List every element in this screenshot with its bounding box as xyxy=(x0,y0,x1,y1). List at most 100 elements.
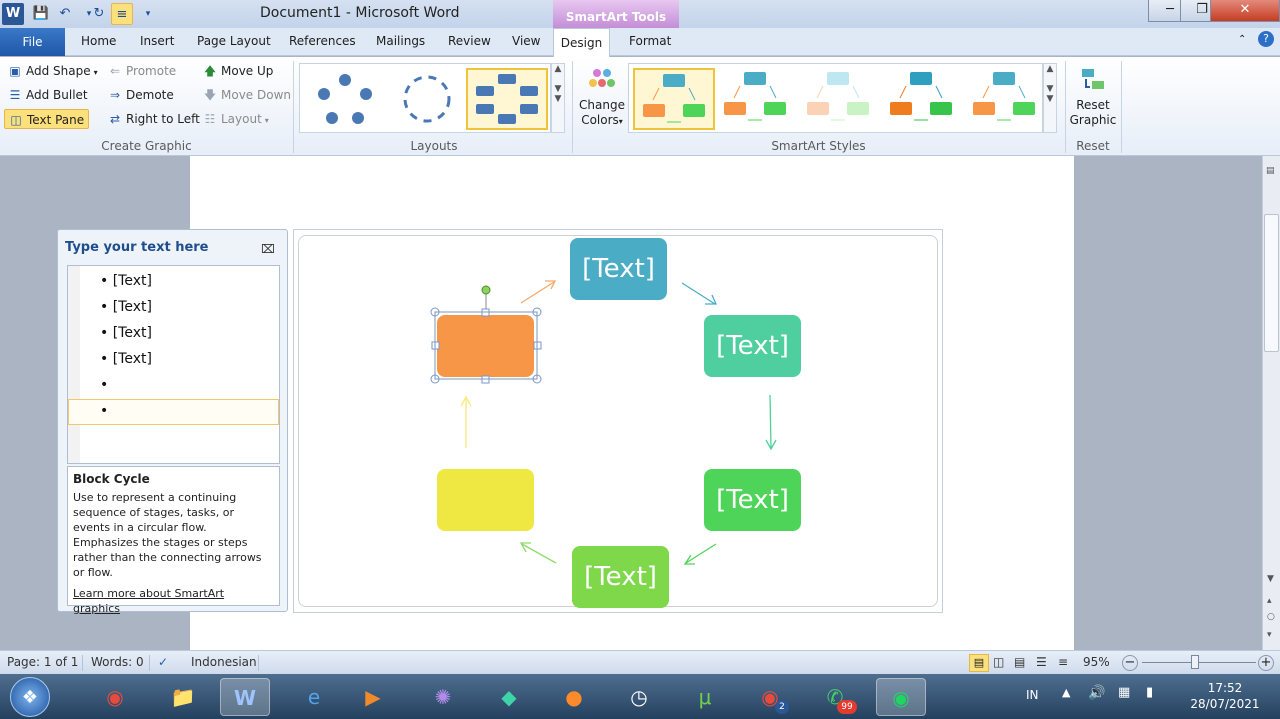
right-to-left-button[interactable]: ⇄ Right to Left xyxy=(108,109,200,129)
layout-button[interactable]: ☷ Layout ▾ xyxy=(203,109,269,129)
start-button[interactable]: ❖ xyxy=(10,677,50,717)
learn-more-link[interactable]: Learn more about SmartArt graphics xyxy=(73,586,274,616)
list-item[interactable]: • [Text] xyxy=(100,299,152,315)
list-item[interactable]: • xyxy=(100,377,113,393)
layouts-gallery-scroll[interactable]: ▲ ▼ ▼ xyxy=(551,63,565,133)
smartart-node[interactable]: [Text] xyxy=(704,315,801,377)
internet-explorer-icon[interactable]: e xyxy=(289,678,339,716)
smartart-node[interactable] xyxy=(437,469,534,531)
word-taskbar-icon[interactable]: W xyxy=(220,678,270,716)
file-explorer-icon[interactable]: 📁 xyxy=(158,678,208,716)
full-screen-reading-icon[interactable]: ◫ xyxy=(993,655,1004,669)
word-app-icon[interactable]: W xyxy=(2,3,24,25)
add-bullet-button[interactable]: ☰ Add Bullet xyxy=(8,85,88,105)
next-page-icon[interactable]: ▾ xyxy=(1267,630,1272,640)
add-bullet-icon: ☰ xyxy=(9,88,21,102)
vertical-scrollbar[interactable]: ▤ ▼ ▴ ○ ▾ xyxy=(1262,156,1280,650)
selection-handles[interactable] xyxy=(428,282,544,388)
draft-icon[interactable]: ≡ xyxy=(1058,655,1068,669)
tab-references[interactable]: References xyxy=(289,34,356,48)
chrome-icon[interactable]: ◉ 2 xyxy=(745,678,795,716)
reset-graphic-icon xyxy=(1082,69,1104,89)
close-button[interactable]: ✕ xyxy=(1210,0,1280,22)
tab-design[interactable]: Design xyxy=(553,28,610,57)
ribbon-collapse-icon[interactable]: ⌃ xyxy=(1238,34,1246,45)
help-icon[interactable]: ? xyxy=(1258,31,1274,47)
whatsapp-icon[interactable]: ✆ 99 xyxy=(810,678,860,716)
tab-file[interactable]: File xyxy=(0,28,65,56)
tab-view[interactable]: View xyxy=(512,34,540,48)
zoom-slider-thumb[interactable] xyxy=(1191,655,1199,669)
battery-icon[interactable]: ▮ xyxy=(1146,685,1153,700)
add-shape-icon: ▣ xyxy=(9,64,21,78)
ruler-toggle-icon[interactable]: ▤ xyxy=(1266,166,1275,176)
smartart-style-option[interactable] xyxy=(965,68,1047,130)
app-swirl-icon[interactable]: ✺ xyxy=(418,678,468,716)
clock-app-icon[interactable]: ◷ xyxy=(614,678,664,716)
layout-basic-cycle[interactable] xyxy=(304,68,386,130)
close-icon[interactable]: ⌧ xyxy=(261,242,275,256)
tab-home[interactable]: Home xyxy=(81,34,116,48)
previous-page-icon[interactable]: ▴ xyxy=(1267,596,1272,606)
language-indicator[interactable]: IN xyxy=(1026,688,1039,702)
reset-graphic-button[interactable]: Reset Graphic xyxy=(1068,65,1118,135)
chrome-icon[interactable]: ◉ xyxy=(90,678,140,716)
smartart-style-option[interactable] xyxy=(716,68,798,130)
filmora-icon[interactable]: ◆ xyxy=(484,678,534,716)
list-item[interactable]: • [Text] xyxy=(100,325,152,341)
save-icon[interactable]: 💾 xyxy=(30,3,52,25)
align-icon[interactable]: ≡ xyxy=(111,3,133,25)
taskbar-clock[interactable]: 17:52 28/07/2021 xyxy=(1180,680,1270,712)
demote-button[interactable]: ⇒ Demote xyxy=(108,85,174,105)
styles-gallery-scroll[interactable]: ▲ ▼ ▼ xyxy=(1043,63,1057,133)
status-language[interactable]: Indonesian xyxy=(191,655,257,669)
list-item[interactable]: • xyxy=(100,403,113,419)
tab-insert[interactable]: Insert xyxy=(140,34,174,48)
tab-page-layout[interactable]: Page Layout xyxy=(197,34,271,48)
text-pane-button[interactable]: ◫ Text Pane xyxy=(4,109,90,129)
scroll-down-icon[interactable]: ▼ xyxy=(1267,574,1274,584)
web-layout-icon[interactable]: ▤ xyxy=(1014,655,1025,669)
text-pane-list[interactable]: • [Text] • [Text] • [Text] • [Text] • • xyxy=(67,265,280,464)
promote-button[interactable]: ⇐ Promote xyxy=(108,61,176,81)
print-layout-icon[interactable]: ▤ xyxy=(969,654,989,672)
smartart-style-option[interactable] xyxy=(633,68,715,130)
scroll-thumb[interactable] xyxy=(1264,214,1279,352)
smartart-style-option[interactable] xyxy=(882,68,964,130)
status-words[interactable]: Words: 0 xyxy=(91,655,144,669)
signal-icon[interactable]: ▦ xyxy=(1118,685,1130,700)
smartart-node[interactable]: [Text] xyxy=(570,238,667,300)
tab-mailings[interactable]: Mailings xyxy=(376,34,425,48)
move-down-button[interactable]: 🡇 Move Down xyxy=(203,85,291,105)
media-player-icon[interactable]: ▶ xyxy=(348,678,398,716)
customize-toolbar-icon[interactable]: ▾ xyxy=(137,3,159,25)
redo-icon[interactable]: ↻ xyxy=(88,3,110,25)
list-item[interactable]: • [Text] xyxy=(100,351,152,367)
undo-icon[interactable]: ↶ xyxy=(54,3,76,25)
smartart-frame[interactable]: [Text] [Text] [Text] [Text] xyxy=(293,229,943,613)
browse-object-icon[interactable]: ○ xyxy=(1267,612,1275,622)
spotify-icon[interactable]: ◉ xyxy=(876,678,926,716)
layout-block-cycle[interactable] xyxy=(466,68,548,130)
firefox-icon[interactable]: ● xyxy=(549,678,599,716)
smartart-style-option[interactable] xyxy=(799,68,881,130)
zoom-level[interactable]: 95% xyxy=(1083,655,1110,669)
layout-text-cycle[interactable] xyxy=(386,68,468,130)
outline-icon[interactable]: ☰ xyxy=(1036,655,1047,669)
tab-format[interactable]: Format xyxy=(629,34,671,48)
utorrent-icon[interactable]: μ xyxy=(680,678,730,716)
zoom-in-icon[interactable]: + xyxy=(1258,655,1274,671)
zoom-slider[interactable] xyxy=(1142,662,1256,663)
add-shape-button[interactable]: ▣ Add Shape ▾ xyxy=(8,61,97,81)
smartart-node[interactable]: [Text] xyxy=(704,469,801,531)
proofing-icon[interactable]: ✓ xyxy=(158,655,168,669)
tray-expand-icon[interactable]: ▲ xyxy=(1062,686,1070,699)
tab-review[interactable]: Review xyxy=(448,34,491,48)
volume-icon[interactable]: 🔊 xyxy=(1088,685,1105,701)
smartart-node[interactable]: [Text] xyxy=(572,546,669,608)
change-colors-button[interactable]: Change Colors▾ xyxy=(578,65,626,135)
list-item[interactable]: • [Text] xyxy=(100,273,152,289)
zoom-out-icon[interactable]: − xyxy=(1122,655,1138,671)
move-up-button[interactable]: 🡅 Move Up xyxy=(203,61,274,81)
status-page[interactable]: Page: 1 of 1 xyxy=(7,655,78,669)
